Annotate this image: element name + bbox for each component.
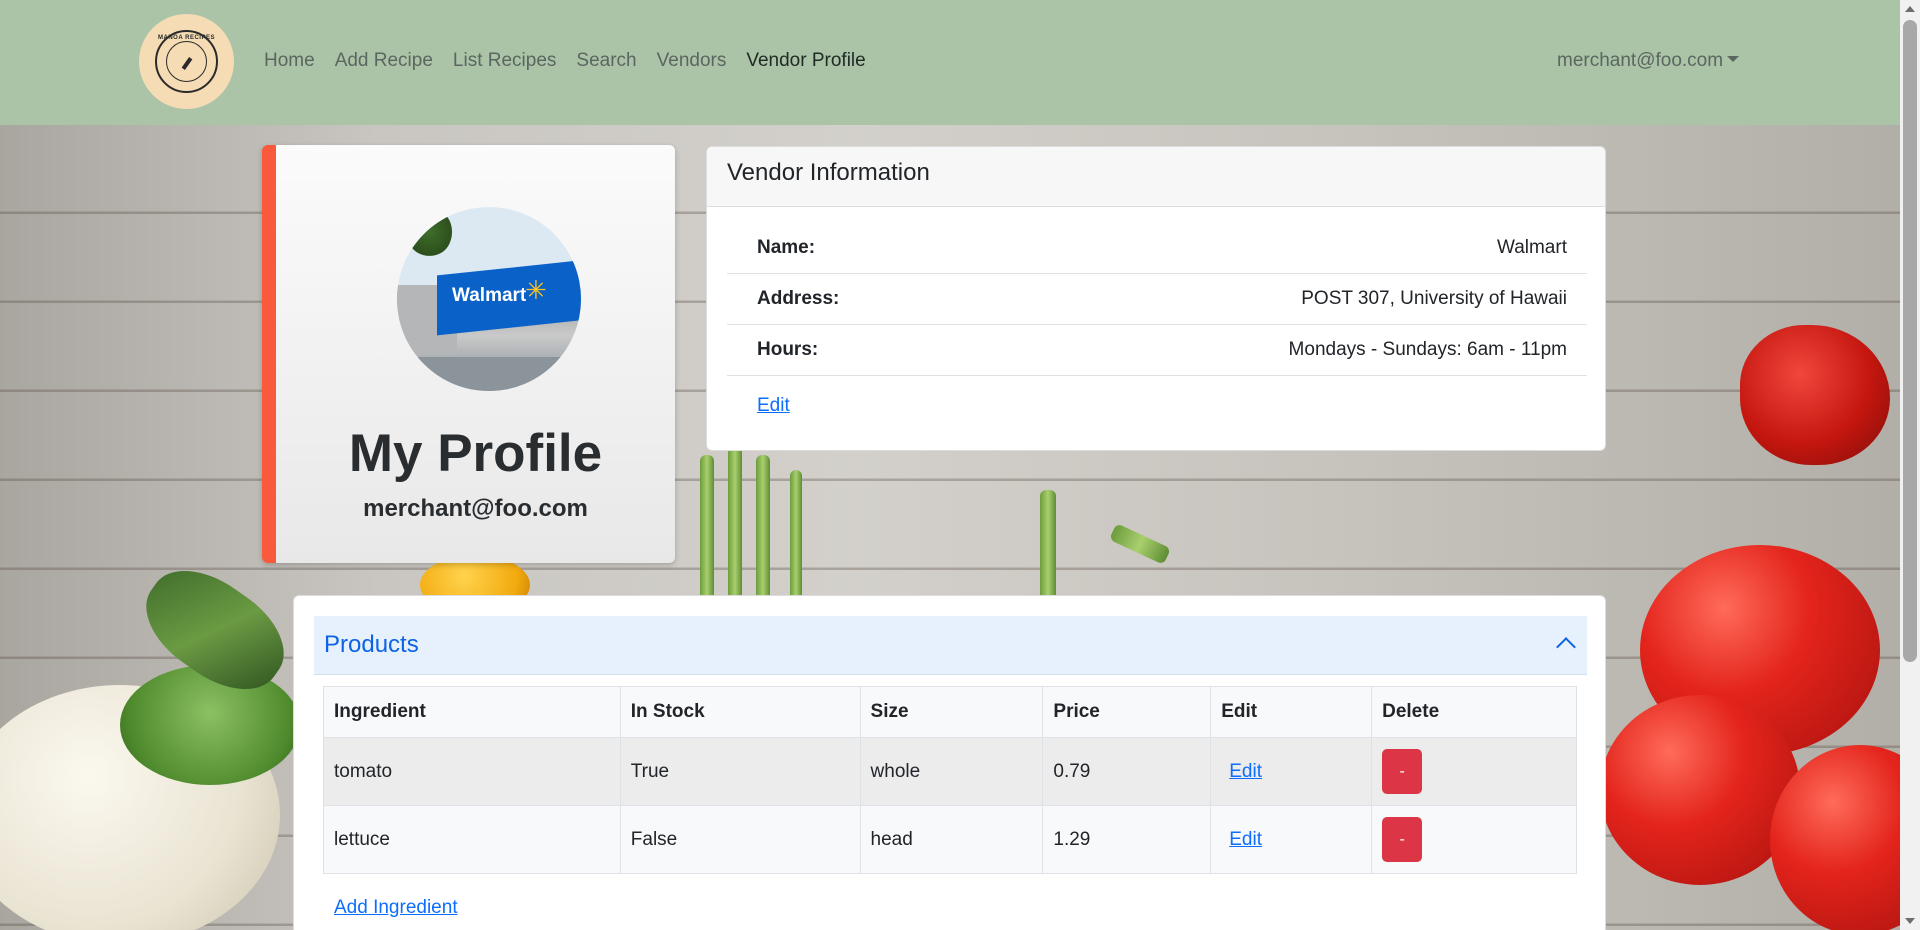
- profile-email: merchant@foo.com: [363, 495, 588, 522]
- col-edit: Edit: [1210, 686, 1373, 738]
- scroll-down-icon[interactable]: [1905, 918, 1915, 924]
- vendor-info-header: Vendor Information: [707, 147, 1605, 207]
- vendor-name-value: Walmart: [1496, 237, 1567, 258]
- col-ingredient: Ingredient: [323, 686, 621, 738]
- cell-ingredient: tomato: [323, 737, 621, 806]
- cell-in-stock: False: [619, 805, 861, 874]
- cell-ingredient: lettuce: [323, 805, 621, 874]
- nav-links: Home Add Recipe List Recipes Search Vend…: [264, 50, 886, 72]
- cell-delete: -: [1371, 737, 1577, 806]
- vendor-name-label: Name:: [757, 237, 816, 258]
- table-row: lettuce False head 1.29 Edit -: [323, 805, 1577, 874]
- cell-edit: Edit: [1210, 805, 1373, 874]
- nav-search[interactable]: Search: [576, 50, 636, 72]
- chili-decoration: [1109, 523, 1171, 565]
- scrollbar[interactable]: [1900, 0, 1920, 930]
- table-row: tomato True whole 0.79 Edit -: [323, 737, 1577, 806]
- avatar: Walmart ✳: [397, 207, 581, 391]
- profile-card: Walmart ✳ My Profile merchant@foo.com: [262, 145, 675, 563]
- edit-link[interactable]: Edit: [1221, 761, 1262, 782]
- logo-text: MANOA RECIPES: [158, 35, 215, 41]
- spark-icon: ✳: [525, 275, 547, 305]
- cell-edit: Edit: [1210, 737, 1373, 806]
- vendor-address-row: Address: POST 307, University of Hawaii: [727, 274, 1587, 325]
- vendor-name-row: Name: Walmart: [727, 223, 1587, 274]
- navbar: MANOA RECIPES Home Add Recipe List Recip…: [0, 0, 1900, 125]
- delete-button[interactable]: -: [1382, 817, 1423, 862]
- col-size: Size: [859, 686, 1044, 738]
- caret-down-icon: [1727, 56, 1740, 62]
- nav-vendors[interactable]: Vendors: [657, 50, 727, 72]
- vendor-address-label: Address:: [757, 288, 840, 309]
- cell-price: 1.29: [1042, 805, 1212, 874]
- products-accordion-header[interactable]: Products: [314, 616, 1587, 675]
- avatar-ground: [397, 357, 581, 391]
- chevron-up-icon: [1556, 637, 1576, 657]
- products-card: Products Ingredient In Stock Size Price …: [293, 595, 1606, 930]
- nav-add-recipe[interactable]: Add Recipe: [335, 50, 433, 72]
- chili-decoration: [1040, 490, 1056, 600]
- add-ingredient-link[interactable]: Add Ingredient: [334, 897, 458, 919]
- user-email: merchant@foo.com: [1557, 50, 1724, 71]
- cell-in-stock: True: [619, 737, 861, 806]
- vendor-edit-link[interactable]: Edit: [757, 395, 790, 417]
- vendor-hours-label: Hours:: [757, 339, 819, 360]
- logo[interactable]: MANOA RECIPES: [139, 14, 234, 109]
- col-in-stock: In Stock: [619, 686, 861, 738]
- vendor-info-card: Vendor Information Name: Walmart Address…: [706, 146, 1606, 451]
- red-pepper-decoration: [1740, 325, 1890, 465]
- col-price: Price: [1042, 686, 1212, 738]
- avatar-tree: [407, 207, 452, 257]
- vendor-hours-value: Mondays - Sundays: 6am - 11pm: [1288, 339, 1567, 360]
- nav-vendor-profile[interactable]: Vendor Profile: [746, 50, 865, 72]
- cell-size: head: [859, 805, 1044, 874]
- col-delete: Delete: [1371, 686, 1577, 738]
- vendor-hours-row: Hours: Mondays - Sundays: 6am - 11pm: [727, 325, 1587, 376]
- edit-link[interactable]: Edit: [1221, 829, 1262, 850]
- scroll-up-icon[interactable]: [1905, 6, 1915, 12]
- avatar-sign-text: Walmart: [452, 285, 527, 306]
- cell-size: whole: [859, 737, 1044, 806]
- cell-delete: -: [1371, 805, 1577, 874]
- delete-button[interactable]: -: [1382, 749, 1423, 794]
- nav-home[interactable]: Home: [264, 50, 315, 72]
- nav-list-recipes[interactable]: List Recipes: [453, 50, 557, 72]
- products-title: Products: [324, 631, 419, 658]
- table-header-row: Ingredient In Stock Size Price Edit Dele…: [323, 686, 1577, 738]
- products-table: Ingredient In Stock Size Price Edit Dele…: [323, 686, 1577, 874]
- user-dropdown[interactable]: merchant@foo.com: [1557, 50, 1740, 72]
- tomato-decoration: [1600, 695, 1800, 885]
- cell-price: 0.79: [1042, 737, 1212, 806]
- page-title: My Profile: [348, 424, 603, 483]
- leaf-decoration: [120, 665, 300, 785]
- scroll-thumb[interactable]: [1903, 20, 1917, 662]
- vendor-address-value: POST 307, University of Hawaii: [1301, 288, 1567, 309]
